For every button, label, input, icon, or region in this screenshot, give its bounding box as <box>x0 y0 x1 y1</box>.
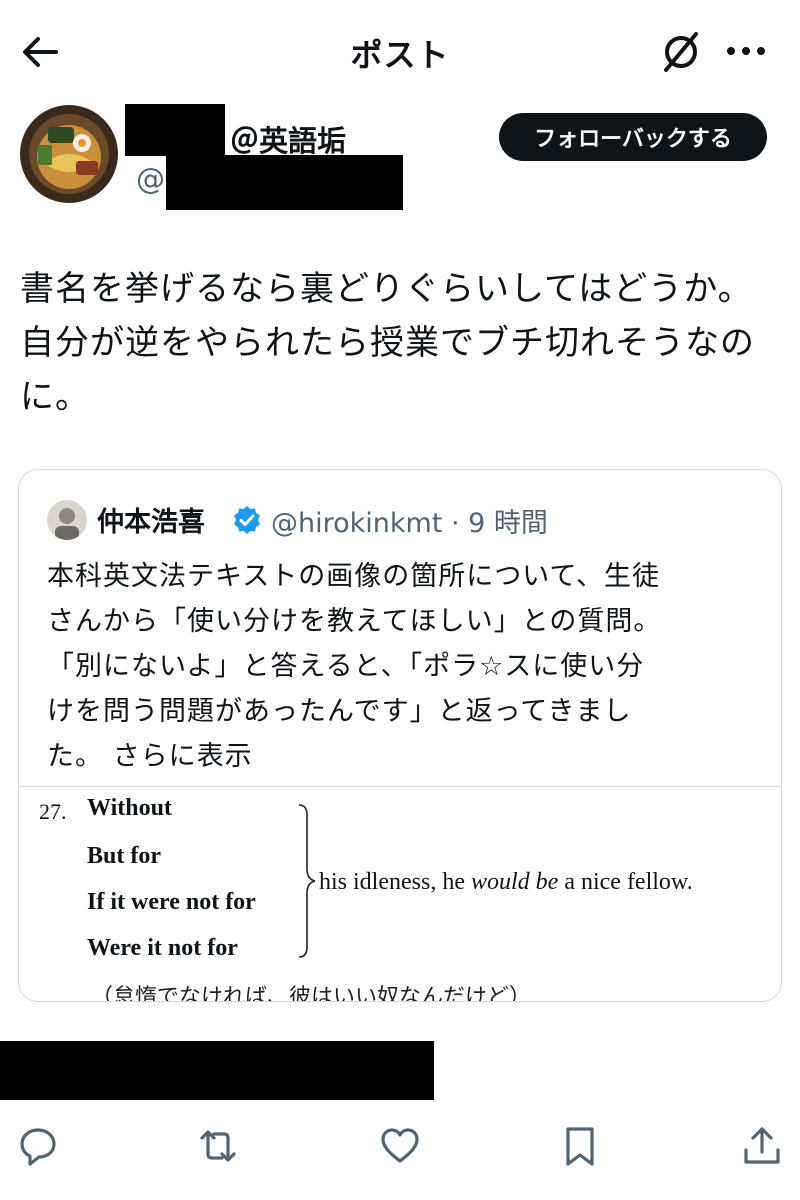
quoted-line: さんから「使い分けを教えてほしい」との質問。 <box>47 606 662 637</box>
ramen-avatar-image <box>20 105 118 203</box>
repost-button[interactable] <box>196 1124 240 1168</box>
quoted-line: けを問う問題があったんです」と返ってきまし <box>47 696 632 727</box>
exercise-number: 27. <box>39 799 67 824</box>
redacted-display-name <box>125 104 225 156</box>
bookmark-button[interactable] <box>558 1124 602 1168</box>
quoted-author-name: 仲本浩喜 <box>97 507 205 538</box>
follow-back-button[interactable]: フォローバックする <box>499 113 767 161</box>
post-line: 書名を挙げるなら裏どりぐらいしてはどうか。 <box>20 269 753 309</box>
exercise-translation: （怠惰でなければ、彼はいい奴なんだけど） <box>91 985 532 1002</box>
sentence-italic: would be <box>470 869 559 895</box>
post-body: 書名を挙げるなら裏どりぐらいしてはどうか。 自分が逆をやられたら授業でブチ切れそ… <box>20 262 780 424</box>
share-icon <box>744 1127 780 1164</box>
quoted-author-avatar <box>47 500 87 540</box>
bookmark-icon <box>566 1127 594 1166</box>
post-line: に。 <box>20 377 90 417</box>
exercise-option: If it were not for <box>87 889 256 915</box>
reply-button[interactable] <box>16 1124 60 1168</box>
exercise-sentence: his idleness, he would be a nice fellow. <box>319 869 693 896</box>
author-avatar[interactable] <box>20 105 118 203</box>
exercise-option: But for <box>87 843 161 869</box>
quoted-line: 本科英文法テキストの画像の箇所について、生徒 <box>47 561 661 592</box>
like-button[interactable] <box>378 1124 422 1168</box>
quoted-post-body: 本科英文法テキストの画像の箇所について、生徒 さんから「使い分けを教えてほしい」… <box>47 554 763 779</box>
sentence-end: a nice fellow. <box>558 869 693 895</box>
more-button[interactable] <box>724 34 768 68</box>
show-more-link[interactable]: さらに表示 <box>113 741 253 772</box>
redacted-timestamp <box>0 1041 434 1100</box>
action-bar <box>0 1120 800 1180</box>
reply-icon <box>20 1128 56 1166</box>
quoted-line: 「別にないよ」と答えると、「ポラ☆スに使い分 <box>47 651 645 682</box>
more-dots-icon <box>727 47 765 55</box>
author-display-name: ＠英語垢 <box>230 124 347 158</box>
brace-icon <box>298 804 316 958</box>
quoted-avatar-image <box>47 500 87 540</box>
top-bar: ポスト <box>0 0 800 100</box>
redacted-handle <box>166 155 403 210</box>
author-handle-prefix: @ <box>136 162 165 196</box>
quoted-last-text: た。 <box>47 741 103 772</box>
quoted-line-last: た。 さらに表示 <box>47 734 763 779</box>
quoted-image-textbook[interactable]: 27. Without But for If it were not for W… <box>19 787 781 1002</box>
repost-icon <box>200 1130 236 1162</box>
grok-icon <box>664 32 698 72</box>
quoted-handle-time: @hirokinkmt · 9 時間 <box>271 508 548 539</box>
post-line: 自分が逆をやられたら授業でブチ切れそうなの <box>20 323 755 363</box>
verified-badge-icon <box>231 504 263 536</box>
like-icon <box>381 1128 419 1163</box>
grok-button[interactable] <box>658 28 704 74</box>
exercise-option: Without <box>87 795 172 821</box>
share-button[interactable] <box>740 1124 784 1168</box>
sentence-plain: his idleness, he <box>319 869 471 895</box>
quoted-post-card[interactable]: 仲本浩喜 @hirokinkmt · 9 時間 本科英文法テキストの画像の箇所に… <box>18 469 782 1002</box>
exercise-option: Were it not for <box>87 935 238 961</box>
